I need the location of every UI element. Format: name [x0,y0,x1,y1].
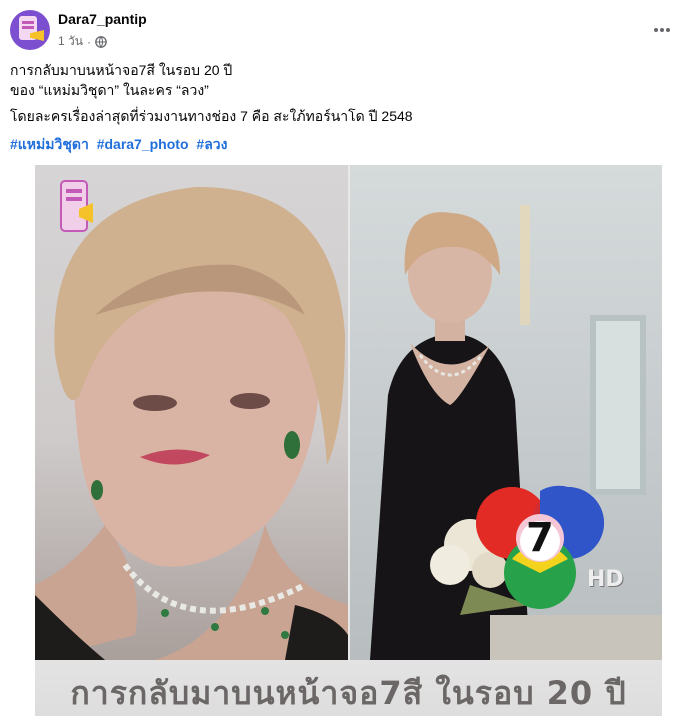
dara7-pantip-watermark [59,179,95,237]
channel-7-logo: 7 [470,483,610,613]
photo-left-closeup [35,165,348,660]
post-header: Dara7_pantip 1 วัน · [10,10,690,52]
post-line-2: ของ “แหม่มวิชุดา” ในละคร “ลวง” [10,82,209,98]
post-photo[interactable]: 7 HD การกลับมาบนหน้าจอ7สี ในรอบ 20 ปี [35,165,662,716]
photo-caption-band: การกลับมาบนหน้าจอ7สี ในรอบ 20 ปี [35,660,662,716]
page-avatar[interactable] [10,10,50,50]
channel-logo-digit: 7 [526,515,554,561]
hashtag-link[interactable]: #แหม่มวิชุดา [10,136,89,152]
meta-separator: · [86,34,91,49]
hashtag-link[interactable]: #ลวง [196,136,227,152]
globe-icon [95,35,107,48]
author-name[interactable]: Dara7_pantip [58,11,147,27]
post-text: การกลับมาบนหน้าจอ7สี ในรอบ 20 ปี ของ “แห… [10,60,680,126]
post-line-1: การกลับมาบนหน้าจอ7สี ในรอบ 20 ปี [10,62,233,78]
hashtag-link[interactable]: #dara7_photo [97,136,189,152]
photo-caption: การกลับมาบนหน้าจอ7สี ในรอบ 20 ปี [70,674,627,712]
facebook-post: Dara7_pantip 1 วัน · การกลับมาบนหน้าจอ7ส… [0,0,697,716]
hd-badge: HD [587,567,624,592]
post-line-3: โดยละครเรื่องล่าสุดที่ร่วมงานทางช่อง 7 ค… [10,108,413,124]
more-options-icon[interactable] [648,16,676,44]
post-time[interactable]: 1 วัน [58,32,83,51]
post-meta: 1 วัน · [58,32,107,51]
hashtags: #แหม่มวิชุดา #dara7_photo #ลวง [10,134,231,154]
